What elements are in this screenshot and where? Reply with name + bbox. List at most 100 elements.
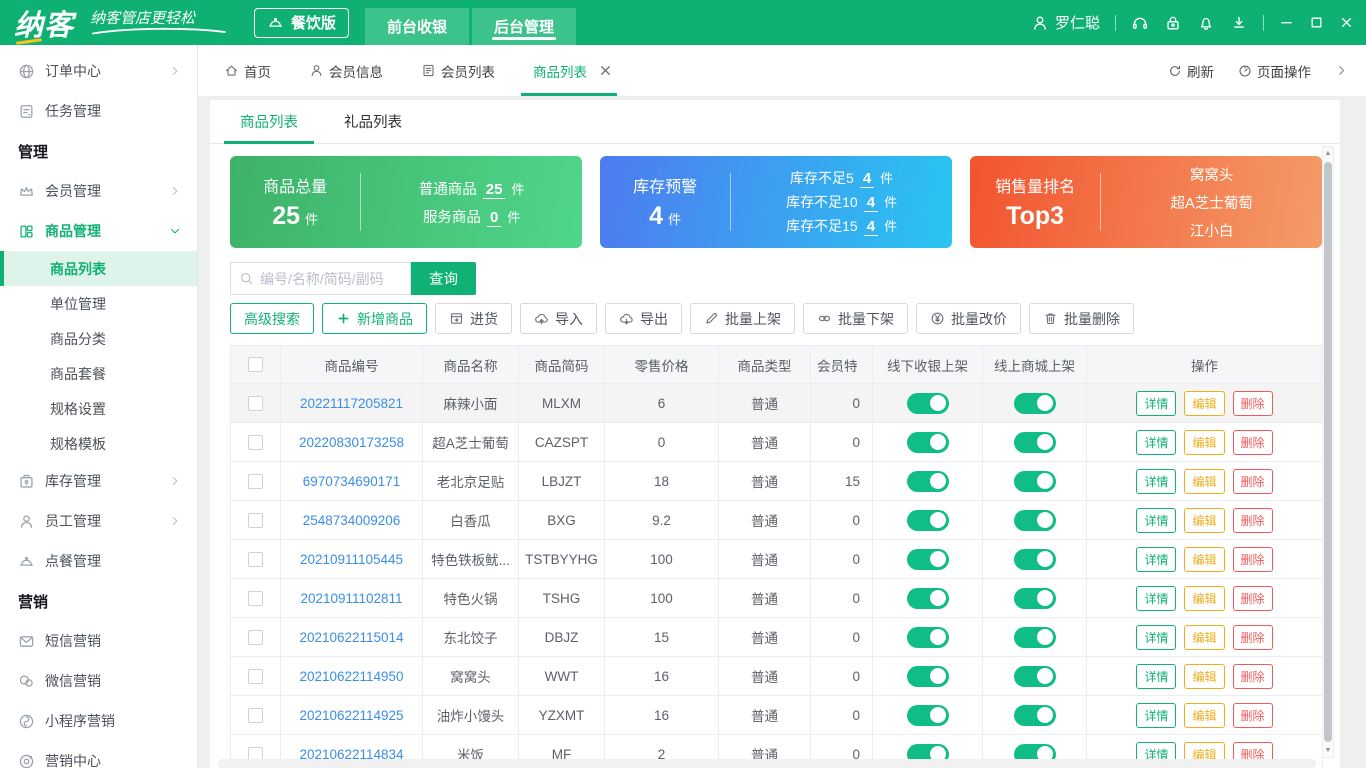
online-toggle[interactable] [1013, 509, 1056, 531]
sidebar-subitem[interactable]: 规格模板 [0, 426, 197, 461]
toolbar-button[interactable]: 导出 [605, 303, 682, 334]
topnav-tab[interactable]: 后台管理 [472, 8, 577, 45]
detail-button[interactable]: 详情 [1136, 429, 1177, 455]
edit-button[interactable]: 编辑 [1184, 702, 1225, 728]
edit-button[interactable]: 编辑 [1184, 468, 1225, 494]
sidebar-item[interactable]: 微信营销 [0, 661, 197, 701]
edit-button[interactable]: 编辑 [1184, 663, 1225, 689]
online-toggle[interactable] [1013, 665, 1056, 687]
row-checkbox[interactable] [248, 473, 263, 489]
chevron-right-icon[interactable] [1335, 64, 1348, 77]
breadcrumb-tab[interactable]: 会员信息 [309, 45, 383, 96]
search-button[interactable]: 查询 [411, 262, 476, 295]
page-actions-button[interactable]: 页面操作 [1238, 61, 1311, 81]
del-button[interactable]: 删除 [1232, 507, 1273, 533]
content-tab[interactable]: 商品列表 [224, 100, 314, 144]
toolbar-button[interactable]: 新增商品 [322, 303, 427, 334]
del-button[interactable]: 删除 [1232, 546, 1273, 572]
sidebar-subitem[interactable]: 商品列表 [0, 251, 197, 286]
detail-button[interactable]: 详情 [1136, 624, 1177, 650]
sidebar-item[interactable]: 点餐管理 [0, 541, 197, 581]
row-checkbox[interactable] [248, 707, 263, 723]
offline-toggle[interactable] [906, 548, 949, 570]
offline-toggle[interactable] [906, 626, 949, 648]
sidebar-subitem[interactable]: 商品套餐 [0, 356, 197, 391]
product-code-link[interactable]: 2548734009206 [303, 513, 401, 528]
del-button[interactable]: 删除 [1232, 624, 1273, 650]
product-code-link[interactable]: 20210911105445 [300, 552, 403, 567]
row-checkbox[interactable] [248, 395, 263, 411]
sidebar-item[interactable]: 任务管理 [0, 91, 197, 131]
row-checkbox[interactable] [248, 434, 263, 450]
edit-button[interactable]: 编辑 [1184, 390, 1225, 416]
product-code-link[interactable]: 20210622115014 [299, 630, 403, 645]
detail-button[interactable]: 详情 [1136, 663, 1177, 689]
edit-button[interactable]: 编辑 [1184, 429, 1225, 455]
offline-toggle[interactable] [906, 392, 949, 414]
detail-button[interactable]: 详情 [1136, 390, 1177, 416]
online-toggle[interactable] [1013, 392, 1056, 414]
refresh-button[interactable]: 刷新 [1168, 61, 1214, 81]
row-checkbox[interactable] [248, 551, 263, 567]
sidebar-subitem[interactable]: 单位管理 [0, 286, 197, 321]
edit-button[interactable]: 编辑 [1184, 546, 1225, 572]
del-button[interactable]: 删除 [1232, 390, 1273, 416]
edit-button[interactable]: 编辑 [1184, 585, 1225, 611]
detail-button[interactable]: 详情 [1136, 702, 1177, 728]
maximize-button[interactable] [1309, 15, 1324, 30]
product-code-link[interactable]: 20221117205821 [300, 396, 403, 411]
toolbar-button[interactable]: 批量下架 [803, 303, 908, 334]
toolbar-button[interactable]: 批量删除 [1029, 303, 1134, 334]
offline-toggle[interactable] [906, 704, 949, 726]
sidebar-item[interactable]: 订单中心 [0, 51, 197, 91]
product-code-link[interactable]: 6970734690171 [303, 474, 401, 489]
toolbar-button[interactable]: 进货 [435, 303, 512, 334]
sidebar-subitem[interactable]: 商品分类 [0, 321, 197, 356]
online-toggle[interactable] [1013, 626, 1056, 648]
del-button[interactable]: 删除 [1232, 702, 1273, 728]
sidebar-item[interactable]: 商品管理 [0, 211, 197, 251]
toolbar-button[interactable]: 批量上架 [690, 303, 795, 334]
sidebar-item[interactable]: 营销中心 [0, 741, 197, 768]
sidebar-subitem[interactable]: 规格设置 [0, 391, 197, 426]
toolbar-button[interactable]: 批量改价 [916, 303, 1021, 334]
online-toggle[interactable] [1013, 704, 1056, 726]
offline-toggle[interactable] [906, 509, 949, 531]
topnav-tab[interactable]: 前台收银 [365, 8, 470, 45]
detail-button[interactable]: 详情 [1136, 507, 1177, 533]
online-toggle[interactable] [1013, 587, 1056, 609]
offline-toggle[interactable] [906, 431, 949, 453]
scroll-up-arrow[interactable]: ▲ [1325, 147, 1332, 160]
del-button[interactable]: 删除 [1232, 663, 1273, 689]
sidebar-item[interactable]: 小程序营销 [0, 701, 197, 741]
row-checkbox[interactable] [248, 590, 263, 606]
edit-button[interactable]: 编辑 [1184, 624, 1225, 650]
product-code-link[interactable]: 20210622114925 [299, 708, 403, 723]
headset-icon[interactable] [1131, 14, 1149, 32]
detail-button[interactable]: 详情 [1136, 585, 1177, 611]
del-button[interactable]: 删除 [1232, 429, 1273, 455]
row-checkbox[interactable] [248, 629, 263, 645]
row-checkbox[interactable] [248, 668, 263, 684]
content-tab[interactable]: 礼品列表 [330, 100, 416, 143]
vertical-scrollbar[interactable]: ▲ ▼ [1322, 146, 1334, 758]
row-checkbox[interactable] [248, 512, 263, 528]
horizontal-scrollbar[interactable] [218, 759, 1316, 768]
sidebar-item[interactable]: 短信营销 [0, 621, 197, 661]
download-icon[interactable] [1230, 14, 1248, 32]
breadcrumb-tab[interactable]: 商品列表 [521, 45, 617, 96]
online-toggle[interactable] [1013, 548, 1056, 570]
breadcrumb-tab[interactable]: 会员列表 [421, 45, 495, 96]
bell-icon[interactable] [1197, 14, 1215, 32]
sidebar-item[interactable]: 员工管理 [0, 501, 197, 541]
toolbar-button[interactable]: 高级搜索 [230, 303, 314, 334]
edit-button[interactable]: 编辑 [1184, 507, 1225, 533]
offline-toggle[interactable] [906, 665, 949, 687]
offline-toggle[interactable] [906, 470, 949, 492]
online-toggle[interactable] [1013, 431, 1056, 453]
del-button[interactable]: 删除 [1232, 468, 1273, 494]
online-toggle[interactable] [1013, 470, 1056, 492]
scrollbar-thumb[interactable] [1324, 162, 1332, 742]
sidebar-item[interactable]: 库存管理 [0, 461, 197, 501]
close-icon[interactable] [598, 63, 613, 78]
